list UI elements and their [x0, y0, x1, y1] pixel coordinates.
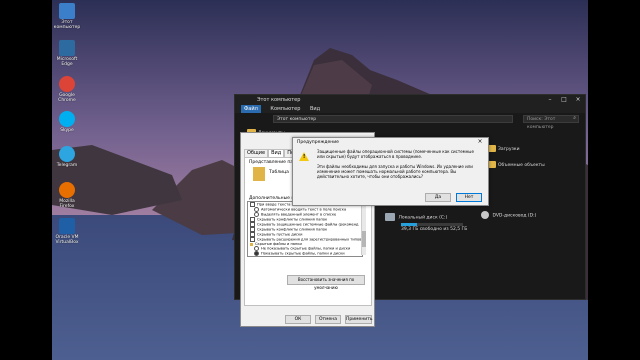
ribbon-tab-view[interactable]: Вид: [310, 105, 320, 113]
maximize-button[interactable]: □: [557, 95, 571, 105]
firefox-icon: [59, 182, 75, 198]
folder-3d-objects[interactable]: Объемные объекты: [487, 161, 545, 168]
skype-icon: [59, 111, 75, 127]
search-icon: ⌕: [573, 115, 576, 121]
chrome-icon: [59, 76, 75, 92]
drive-d-label: DVD-дисковод (D:): [492, 213, 537, 219]
dvd-icon: [481, 211, 489, 219]
desktop-icon-virtualbox[interactable]: Oracle VM VirtualBox: [52, 218, 82, 245]
disk-icon: [385, 213, 395, 221]
virtualbox-icon: [59, 218, 75, 234]
folder-icon: [253, 167, 265, 181]
list-item[interactable]: Показывать скрытые файлы, папки и диски: [248, 251, 362, 256]
desktop-icon-this-pc[interactable]: Этот компьютер: [52, 3, 82, 30]
list-scrollbar[interactable]: [361, 201, 366, 255]
folder-icon: [250, 242, 253, 246]
telegram-icon: [59, 146, 75, 162]
close-button[interactable]: ×: [472, 138, 488, 146]
address-bar[interactable]: Этот компьютер: [273, 115, 513, 123]
search-input[interactable]: Поиск: Этот компьютер: [523, 115, 579, 130]
advanced-settings-list[interactable]: При вводе текста в режиме "Список" Автом…: [247, 201, 363, 257]
screen: Этот компьютер Microsoft Edge Google Chr…: [0, 0, 640, 360]
drive-c-free: 39,3 ГБ свободно из 52,5 ГБ: [401, 227, 468, 232]
desktop-icon-skype[interactable]: Skype: [52, 111, 82, 133]
ribbon-tab-file[interactable]: Файл: [241, 105, 261, 113]
explorer-title: Этот компьютер: [257, 97, 301, 103]
warning-text-2: Эти файлы необходимы для запуска и работ…: [317, 164, 473, 179]
drive-c[interactable]: Локальный диск (C:) 39,3 ГБ свободно из …: [385, 213, 467, 232]
letterbox-left: [0, 0, 52, 360]
drive-c-label: Локальный диск (C:): [398, 215, 448, 221]
ok-button[interactable]: ОК: [285, 315, 311, 324]
folder-downloads[interactable]: Загрузки: [487, 145, 520, 152]
letterbox-right: [588, 0, 640, 360]
tab-view[interactable]: Вид: [268, 149, 285, 157]
close-button[interactable]: ×: [571, 95, 585, 105]
explorer-titlebar[interactable]: Этот компьютер – □ ×: [235, 95, 585, 105]
desktop-icon-telegram[interactable]: Telegram: [52, 146, 82, 168]
restore-defaults-button[interactable]: Восстановить значения по умолчанию: [287, 275, 365, 290]
drive-c-usage-bar: [401, 223, 463, 226]
warning-text-1: Защищенные файлы операционной системы (п…: [317, 149, 474, 159]
computer-icon: [59, 3, 75, 19]
ribbon-tab-computer[interactable]: Компьютер: [270, 105, 300, 113]
edge-icon: [59, 40, 75, 56]
radio[interactable]: [254, 251, 259, 256]
desktop-icon-firefox[interactable]: Mozilla Firefox: [52, 182, 82, 209]
tab-general[interactable]: Общие: [244, 149, 269, 157]
yes-button[interactable]: Да: [425, 193, 451, 202]
cancel-button[interactable]: Отмена: [315, 315, 341, 324]
folder-view-hint: Таблица: [269, 170, 289, 175]
apply-button[interactable]: Применить: [345, 315, 372, 324]
drive-d[interactable]: DVD-дисковод (D:): [481, 211, 536, 219]
warning-title: Предупреждение: [297, 140, 339, 145]
minimize-button[interactable]: –: [543, 95, 557, 105]
scrollbar-thumb[interactable]: [362, 231, 366, 247]
desktop-icon-chrome[interactable]: Google Chrome: [52, 76, 82, 103]
desktop-icon-edge[interactable]: Microsoft Edge: [52, 40, 82, 67]
warning-dialog: Предупреждение × ! Защищенные файлы опер…: [292, 137, 489, 206]
no-button[interactable]: Нет: [456, 193, 482, 202]
address-bar-row: Этот компьютер Поиск: Этот компьютер ⌕: [235, 113, 585, 130]
exclamation-glyph: !: [303, 154, 306, 160]
explorer-ribbon: Файл Компьютер Вид: [235, 105, 585, 113]
